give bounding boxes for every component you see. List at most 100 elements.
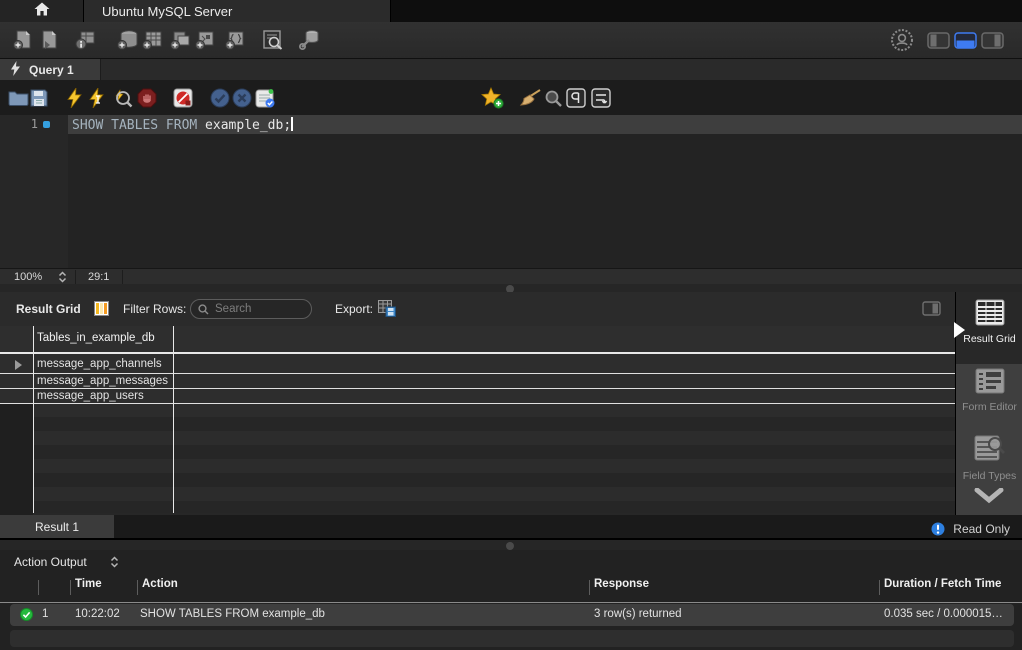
success-icon: [20, 608, 33, 621]
column-header-label: Tables_in_example_db: [37, 332, 155, 344]
form-editor-icon: [975, 381, 1005, 398]
text-caret: [291, 117, 293, 131]
log-response: 3 row(s) returned: [594, 608, 682, 620]
toggle-right-panel-icon[interactable]: [979, 27, 1005, 53]
commit-icon[interactable]: [208, 86, 232, 110]
result-tab-bar: Result 1 Read Only: [0, 515, 1022, 540]
home-tab[interactable]: [0, 0, 84, 22]
export-icon[interactable]: [378, 300, 396, 320]
sidebar-item-result-grid[interactable]: Result Grid: [956, 299, 1022, 345]
create-procedure-icon[interactable]: [192, 27, 218, 53]
editor-result-splitter[interactable]: [0, 284, 1022, 292]
line-number: 1: [18, 117, 38, 131]
autocommit-icon[interactable]: [253, 86, 277, 110]
tab-query-1[interactable]: Query 1: [0, 59, 101, 80]
grid-view-icon[interactable]: [94, 301, 109, 319]
beautify-icon[interactable]: [518, 86, 542, 110]
read-only-icon: [931, 522, 945, 536]
create-view-icon[interactable]: [167, 27, 193, 53]
table-row[interactable]: message_app_channels: [0, 354, 955, 374]
sql-editor[interactable]: 1 SHOW TABLES FROM example_db;: [0, 115, 1022, 268]
window-tab-bar: Ubuntu MySQL Server: [0, 0, 1022, 22]
connection-tab-label: Ubuntu MySQL Server: [102, 4, 232, 19]
sidebar-item-field-types[interactable]: Field Types: [956, 435, 1022, 482]
stop-icon[interactable]: [135, 86, 159, 110]
sidebar-label: Result Grid: [956, 334, 1022, 345]
find-icon[interactable]: [541, 86, 565, 110]
toggle-preview-panel-icon[interactable]: [922, 301, 941, 319]
create-table-icon[interactable]: [139, 27, 165, 53]
empty-log-row: [10, 630, 1014, 647]
new-sql-tab-icon[interactable]: [10, 27, 36, 53]
result-view-sidebar: Result Grid Form Editor Field Types: [955, 292, 1022, 515]
filter-search-box[interactable]: [190, 299, 312, 319]
execute-current-icon[interactable]: [85, 86, 109, 110]
output-selector[interactable]: Action Output: [14, 555, 87, 569]
sidebar-label: Form Editor: [956, 402, 1022, 413]
sql-keywords: SHOW TABLES FROM: [72, 118, 197, 133]
header-divider: [0, 602, 1022, 603]
create-function-icon[interactable]: [222, 27, 248, 53]
editor-gutter: [0, 115, 68, 268]
column-divider[interactable]: [173, 326, 174, 513]
table-search-icon[interactable]: [260, 27, 286, 53]
result-grid-table: Tables_in_example_db message_app_channel…: [0, 326, 955, 515]
query-bolt-icon: [10, 61, 21, 79]
grid-column-header[interactable]: Tables_in_example_db: [0, 326, 955, 354]
output-log-row[interactable]: 1 10:22:02 SHOW TABLES FROM example_db 3…: [10, 604, 1014, 626]
connection-tab[interactable]: Ubuntu MySQL Server: [84, 0, 391, 22]
toggle-bottom-panel-icon[interactable]: [952, 27, 978, 53]
table-row[interactable]: message_app_messages: [0, 374, 955, 389]
export-label: Export:: [335, 302, 373, 316]
field-types-icon: [974, 450, 1006, 467]
log-action: SHOW TABLES FROM example_db: [140, 608, 325, 620]
zoom-level: 100%: [14, 271, 42, 283]
log-index: 1: [42, 608, 48, 620]
wrap-text-icon[interactable]: [589, 86, 613, 110]
splitter-grab-dot: [506, 542, 514, 550]
stop-on-error-icon[interactable]: [171, 86, 195, 110]
main-toolbar: [0, 22, 1022, 59]
empty-grid-rows: [0, 403, 955, 513]
column-divider[interactable]: [33, 326, 34, 513]
chevron-down-icon[interactable]: [973, 488, 1005, 511]
result-grid-icon: [975, 313, 1005, 330]
zoom-stepper-icon[interactable]: [58, 271, 67, 283]
log-time: 10:22:02: [75, 608, 120, 620]
execute-icon[interactable]: [62, 86, 86, 110]
search-input[interactable]: [213, 302, 303, 316]
table-cell: message_app_channels: [37, 358, 162, 370]
rollback-icon[interactable]: [230, 86, 254, 110]
add-snippet-icon[interactable]: [480, 86, 504, 110]
sql-code-line[interactable]: SHOW TABLES FROM example_db;: [72, 117, 293, 133]
query-tab-bar: Query 1: [0, 59, 1022, 80]
tab-result-1[interactable]: Result 1: [0, 515, 115, 538]
table-row[interactable]: message_app_users: [0, 389, 955, 404]
sql-identifier: example_db;: [197, 118, 291, 133]
current-row-marker-icon: [15, 360, 22, 370]
column-header-response[interactable]: Response: [594, 578, 649, 590]
home-icon: [34, 2, 50, 21]
statement-marker-icon: [43, 121, 50, 128]
result-grid-toolbar: Result Grid Filter Rows: Export:: [0, 292, 955, 327]
toggle-left-panel-icon[interactable]: [925, 27, 951, 53]
explain-icon[interactable]: [110, 86, 134, 110]
action-output-panel: Action Output Time Action Response Durat…: [0, 550, 1022, 650]
connection-status-icon: [889, 27, 915, 53]
open-sql-file-icon[interactable]: [36, 27, 62, 53]
server-wrench-icon[interactable]: [297, 27, 323, 53]
result-grid-title: Result Grid: [16, 302, 81, 316]
read-only-status: Read Only: [931, 522, 1010, 536]
result-tab-label: Result 1: [35, 520, 79, 534]
column-header-duration[interactable]: Duration / Fetch Time: [884, 578, 1001, 590]
result-output-splitter[interactable]: [0, 540, 1022, 550]
column-header-action[interactable]: Action: [142, 578, 178, 590]
column-header-time[interactable]: Time: [75, 578, 102, 590]
output-selector-stepper-icon[interactable]: [110, 556, 119, 568]
invisibles-icon[interactable]: [564, 86, 588, 110]
create-schema-icon[interactable]: [115, 27, 141, 53]
save-icon[interactable]: [27, 86, 51, 110]
inspector-icon[interactable]: [72, 27, 98, 53]
sidebar-item-form-editor[interactable]: Form Editor: [956, 368, 1022, 413]
search-icon: [198, 304, 209, 315]
